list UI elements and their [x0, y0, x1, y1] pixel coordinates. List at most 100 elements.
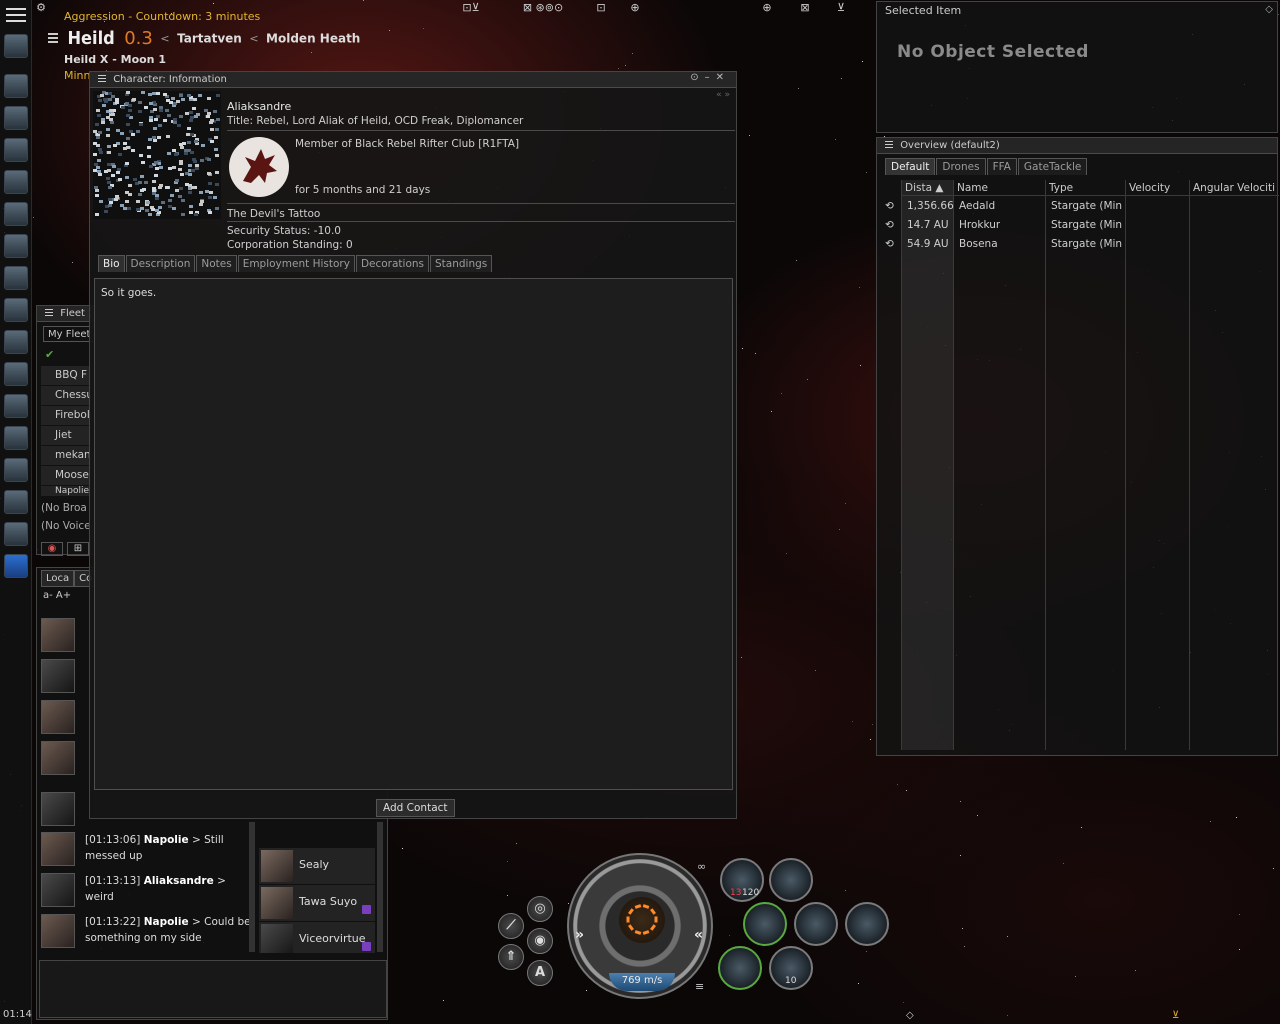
location-menu-icon[interactable]	[48, 32, 58, 45]
tab-standings[interactable]: Standings	[430, 255, 493, 272]
bookmark-icon[interactable]: ⊕	[760, 2, 774, 14]
message-sender[interactable]: Napolie	[144, 916, 189, 928]
module-slot[interactable]	[794, 902, 838, 946]
warp-icon[interactable]: ⇑	[498, 944, 524, 970]
neocom-menu-icon[interactable]	[6, 8, 26, 22]
member-list-scrollbar[interactable]	[377, 822, 383, 952]
history-nav-icon[interactable]: « »	[716, 90, 730, 100]
target-icon[interactable]: ⊕	[628, 2, 642, 14]
orbit-icon[interactable]: ◎	[527, 896, 553, 922]
mail-icon[interactable]	[4, 138, 28, 162]
pin-icon[interactable]: ⊙	[690, 72, 704, 83]
chat-input[interactable]	[39, 960, 387, 1018]
corporation-icon[interactable]	[4, 330, 28, 354]
overview-row[interactable]: ⟲ 14.7 AU Hrokkur Stargate (Min	[881, 216, 1279, 235]
minimize-icon[interactable]: –	[705, 72, 716, 83]
map-icon[interactable]	[4, 266, 28, 290]
info-icon[interactable]	[4, 554, 28, 578]
journal-icon[interactable]	[4, 362, 28, 386]
scanner-icons[interactable]: ⊠ ⊛⊚⊙	[512, 2, 574, 14]
module-slot[interactable]	[845, 902, 889, 946]
fitting-icon[interactable]	[4, 202, 28, 226]
avatar[interactable]	[41, 873, 75, 907]
character-portrait-button[interactable]	[4, 34, 28, 58]
overview-menu-icon[interactable]	[885, 140, 893, 150]
avatar[interactable]	[41, 832, 75, 866]
notepad-icon[interactable]	[4, 522, 28, 546]
avatar[interactable]	[41, 914, 75, 948]
message-sender[interactable]: Napolie	[144, 834, 189, 846]
tab-drones[interactable]: Drones	[936, 158, 986, 175]
member-list-item[interactable]: Viceorvirtue	[259, 922, 375, 953]
tab-description[interactable]: Description	[125, 255, 196, 272]
message-sender[interactable]: Aliaksandre	[144, 875, 214, 887]
people-places-icon[interactable]	[4, 170, 28, 194]
avatar[interactable]	[41, 659, 75, 693]
watch-list-icon[interactable]: ◉	[41, 542, 63, 556]
member-list-item[interactable]: Sealy	[259, 848, 375, 884]
avatar[interactable]	[41, 700, 75, 734]
approach-icon[interactable]: ⟋	[498, 913, 524, 939]
tab-employment-history[interactable]: Employment History	[237, 255, 355, 272]
window-options-icon[interactable]: ◇	[1265, 4, 1273, 15]
fast-forward-icon[interactable]: »	[575, 927, 584, 943]
tab-default[interactable]: Default	[885, 158, 936, 175]
filter-icon[interactable]: ⊡⊻	[458, 2, 484, 14]
fleet-member[interactable]: Napolie	[41, 486, 91, 496]
module-slot-active[interactable]	[743, 902, 787, 946]
radar-icon[interactable]: ◉	[527, 928, 553, 954]
tab-gatetackle[interactable]: GateTackle	[1017, 158, 1088, 175]
constellation-link[interactable]: Tartatven	[177, 32, 242, 46]
column-header-name[interactable]: Name	[953, 180, 1045, 196]
module-slot[interactable]	[769, 858, 813, 902]
tab-bio[interactable]: Bio	[98, 255, 125, 272]
column-header-type[interactable]: Type	[1045, 180, 1125, 196]
bio-panel[interactable]: So it goes.	[94, 278, 733, 790]
overview-header[interactable]: Overview (default2)	[877, 138, 1277, 154]
science-icon[interactable]	[4, 394, 28, 418]
tab-decorations[interactable]: Decorations	[355, 255, 430, 272]
fleet-member[interactable]: Jiet	[41, 426, 91, 445]
window-menu-icon[interactable]	[98, 74, 106, 84]
avatar[interactable]	[41, 792, 75, 826]
camera-icon[interactable]: ⊡	[594, 2, 608, 14]
autopilot-button[interactable]: A	[527, 960, 553, 986]
notification-icon[interactable]: ⊻	[1172, 1010, 1179, 1021]
overview-row[interactable]: ⟲ 1,356.66 Aedald Stargate (Min	[881, 197, 1279, 216]
wallet-icon[interactable]	[4, 106, 28, 130]
fleet-member[interactable]: BBQ F	[41, 366, 91, 385]
region-link[interactable]: Molden Heath	[266, 32, 360, 46]
tab-ffa[interactable]: FFA	[986, 158, 1017, 175]
column-header-distance[interactable]: Dista ▲	[901, 180, 953, 196]
fleet-header[interactable]: Fleet (	[37, 306, 96, 322]
market-icon[interactable]	[4, 234, 28, 258]
screenshot-icon[interactable]: ⊠	[798, 2, 812, 14]
fleet-menu-icon[interactable]	[45, 308, 53, 318]
module-slot[interactable]: 10	[769, 946, 813, 990]
character-info-header[interactable]: Character: Information	[90, 72, 736, 88]
fleet-member[interactable]: Firebol	[41, 406, 91, 425]
hud-menu-icon[interactable]: ≡	[695, 980, 704, 993]
fleet-settings-icon[interactable]: ⊞	[67, 542, 89, 556]
column-header-angular-velocity[interactable]: Angular Velociti	[1189, 180, 1279, 196]
fleet-member[interactable]: mekani	[41, 446, 91, 465]
fleet-icon[interactable]	[4, 490, 28, 514]
tab-notes[interactable]: Notes	[196, 255, 237, 272]
close-icon[interactable]: ✕	[716, 72, 730, 83]
add-contact-button[interactable]: Add Contact	[376, 799, 455, 817]
overload-icon[interactable]: ∞	[697, 860, 706, 873]
module-slot-active[interactable]	[718, 946, 762, 990]
avatar[interactable]	[41, 618, 75, 652]
rewind-icon[interactable]: «	[694, 927, 703, 943]
member-list-item[interactable]: Tawa Suyo	[259, 885, 375, 921]
avatar[interactable]	[41, 741, 75, 775]
font-size-controls[interactable]: a- A+	[43, 590, 71, 601]
system-name[interactable]: Heild	[68, 28, 115, 49]
contracts-icon[interactable]	[4, 426, 28, 450]
fleet-member[interactable]: Moose	[41, 466, 91, 485]
ship-hangar-icon[interactable]	[4, 458, 28, 482]
current-location[interactable]: Heild X - Moon 1	[64, 53, 166, 66]
overview-row[interactable]: ⟲ 54.9 AU Bosena Stargate (Min	[881, 235, 1279, 254]
corporation-logo[interactable]	[229, 137, 289, 197]
chat-scrollbar[interactable]	[249, 822, 255, 952]
